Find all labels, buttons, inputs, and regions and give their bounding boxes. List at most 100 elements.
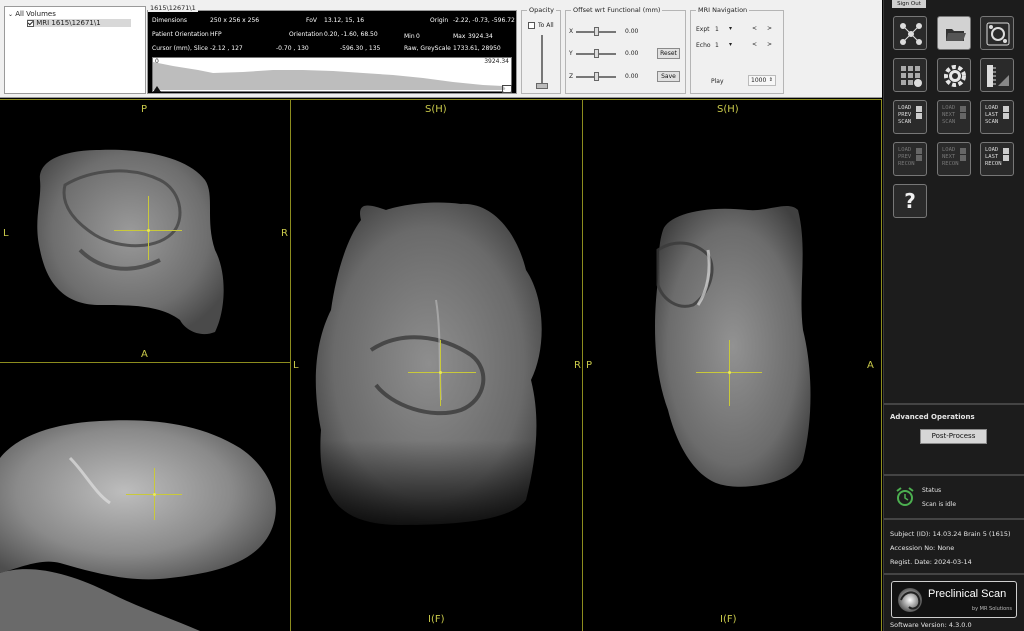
- play-speed-value: 1000: [751, 77, 767, 84]
- help-button[interactable]: ?: [893, 184, 927, 218]
- offset-y-thumb[interactable]: [594, 49, 599, 58]
- load-next-recon-line3: RECON: [942, 161, 959, 167]
- load-last-scan-line3: SCAN: [985, 119, 999, 125]
- play-button[interactable]: Play: [711, 78, 724, 85]
- tree-root-label: All Volumes: [15, 10, 56, 18]
- volume-tree[interactable]: ⌄ All Volumes MRI 1615\12671\1: [4, 6, 146, 94]
- echo-prev-icon[interactable]: <: [752, 41, 757, 48]
- load-next-scan-button[interactable]: LOAD NEXT SCAN: [937, 100, 971, 134]
- scanner-network-button[interactable]: [893, 16, 927, 50]
- tree-item-volume[interactable]: MRI 1615\12671\1: [27, 19, 131, 27]
- load-prev-recon-line1: LOAD: [898, 147, 912, 153]
- render-3d-viewport[interactable]: [0, 363, 290, 631]
- mri-navigation-panel: MRI Navigation Expt 1 ▾ < > Echo 1 ▾ < >…: [690, 6, 784, 94]
- expt-label: Expt: [696, 26, 710, 33]
- histogram-max-label: 3924.34: [484, 58, 509, 65]
- patient-orientation-label: Patient Orientation: [152, 31, 209, 38]
- load-last-recon-line1: LOAD: [985, 147, 999, 153]
- load-next-scan-line1: LOAD: [942, 105, 956, 111]
- sagittal-label-bottom: I(F): [720, 614, 737, 625]
- viewport-divider-2: [582, 99, 583, 631]
- load-prev-scan-line3: SCAN: [898, 119, 912, 125]
- orientation-value: 0.20, -1.60, 68.50: [324, 31, 378, 38]
- sagittal-label-left: P: [586, 360, 593, 371]
- expt-prev-icon[interactable]: <: [752, 25, 757, 32]
- load-last-scan-line2: LAST: [985, 112, 999, 118]
- axial-viewport[interactable]: P A L R: [0, 100, 290, 362]
- offset-z-label: Z: [569, 73, 574, 80]
- ruler-icon: [987, 65, 1009, 87]
- sign-out-button[interactable]: Sign Out: [892, 0, 926, 8]
- echo-dropdown-icon[interactable]: ▾: [729, 41, 732, 48]
- accession-number: Accession No: None: [890, 544, 955, 552]
- logo-swirl-icon: [898, 588, 922, 612]
- preclinical-scan-logo: Preclinical Scan by MR Solutions: [891, 581, 1017, 618]
- status-label: Status: [922, 487, 942, 494]
- coronal-label-bottom: I(F): [428, 614, 445, 625]
- scan-icon: [1003, 106, 1009, 112]
- volume-checkbox[interactable]: [27, 19, 34, 27]
- load-prev-recon-line3: RECON: [898, 161, 915, 167]
- load-prev-scan-button[interactable]: LOAD PREV SCAN: [893, 100, 927, 134]
- load-last-scan-button[interactable]: LOAD LAST SCAN: [980, 100, 1014, 134]
- axial-cursor-dot: [147, 229, 150, 232]
- grid-layout-button[interactable]: [893, 58, 927, 92]
- tree-root[interactable]: ⌄ All Volumes: [8, 10, 56, 18]
- offset-x-thumb[interactable]: [594, 27, 599, 36]
- save-button[interactable]: Save: [657, 71, 680, 82]
- recon-icon: [1003, 148, 1009, 154]
- settings-button[interactable]: [937, 58, 971, 92]
- load-last-recon-button[interactable]: LOAD LAST RECON: [980, 142, 1014, 176]
- scan-icon: [916, 106, 922, 112]
- patient-orientation-value: HFP: [210, 31, 222, 38]
- axial-brain-slice: [37, 149, 224, 335]
- sidebar-separator-2: [884, 474, 1024, 476]
- alarm-clock-icon: [896, 487, 914, 506]
- load-next-recon-line2: NEXT: [942, 154, 956, 160]
- play-speed-spinner[interactable]: 1000 ⇕: [748, 75, 776, 86]
- post-process-button[interactable]: Post-Process: [920, 429, 987, 444]
- offset-y-label: Y: [569, 50, 573, 57]
- intensity-histogram[interactable]: 0 3924.34: [152, 57, 512, 93]
- echo-next-icon[interactable]: >: [767, 41, 772, 48]
- network-icon: [900, 23, 922, 45]
- expt-value[interactable]: 1: [715, 26, 719, 33]
- expt-next-icon[interactable]: >: [767, 25, 772, 32]
- expt-dropdown-icon[interactable]: ▾: [729, 25, 732, 32]
- viewport-divider-1: [290, 99, 291, 631]
- min-label: Min: [404, 33, 415, 40]
- brand-subtitle: by MR Solutions: [971, 606, 1012, 612]
- opacity-slider-thumb[interactable]: [536, 83, 548, 89]
- histogram-right-handle[interactable]: [502, 85, 512, 93]
- load-next-recon-button[interactable]: LOAD NEXT RECON: [937, 142, 971, 176]
- offset-legend: Offset wrt Functional (mm): [571, 6, 663, 14]
- sagittal-brain-slice: [655, 205, 811, 487]
- reset-button[interactable]: Reset: [657, 48, 680, 59]
- load-last-scan-line1: LOAD: [985, 105, 999, 111]
- coronal-label-right: R: [574, 360, 581, 371]
- open-folder-button[interactable]: [937, 16, 971, 50]
- to-all-checkbox[interactable]: [528, 22, 535, 29]
- sidebar-separator-4: [884, 573, 1024, 575]
- collapse-icon[interactable]: ⌄: [8, 11, 13, 18]
- measure-button[interactable]: [980, 58, 1014, 92]
- grid-icon: [901, 66, 922, 87]
- scanner-settings-button[interactable]: [980, 16, 1014, 50]
- load-next-scan-line3: SCAN: [942, 119, 956, 125]
- opacity-slider[interactable]: [536, 35, 548, 89]
- sagittal-viewport[interactable]: S(H) I(F) P A: [583, 100, 882, 631]
- histogram-left-handle[interactable]: [153, 86, 161, 92]
- axial-crosshair-vertical: [148, 196, 149, 260]
- load-prev-recon-button[interactable]: LOAD PREV RECON: [893, 142, 927, 176]
- axial-label-right: R: [281, 228, 288, 239]
- origin-label: Origin: [430, 17, 449, 24]
- volume-info-legend: 1615\12671\1: [148, 4, 198, 12]
- coronal-viewport[interactable]: S(H) I(F) L R: [291, 100, 582, 631]
- scan-icon: [960, 106, 966, 112]
- offset-z-thumb[interactable]: [594, 72, 599, 81]
- sidebar-separator-3: [884, 518, 1024, 520]
- spinner-arrows-icon[interactable]: ⇕: [769, 76, 773, 85]
- load-next-scan-line2: NEXT: [942, 112, 956, 118]
- coronal-fade-overlay: [311, 440, 561, 530]
- echo-value[interactable]: 1: [715, 42, 719, 49]
